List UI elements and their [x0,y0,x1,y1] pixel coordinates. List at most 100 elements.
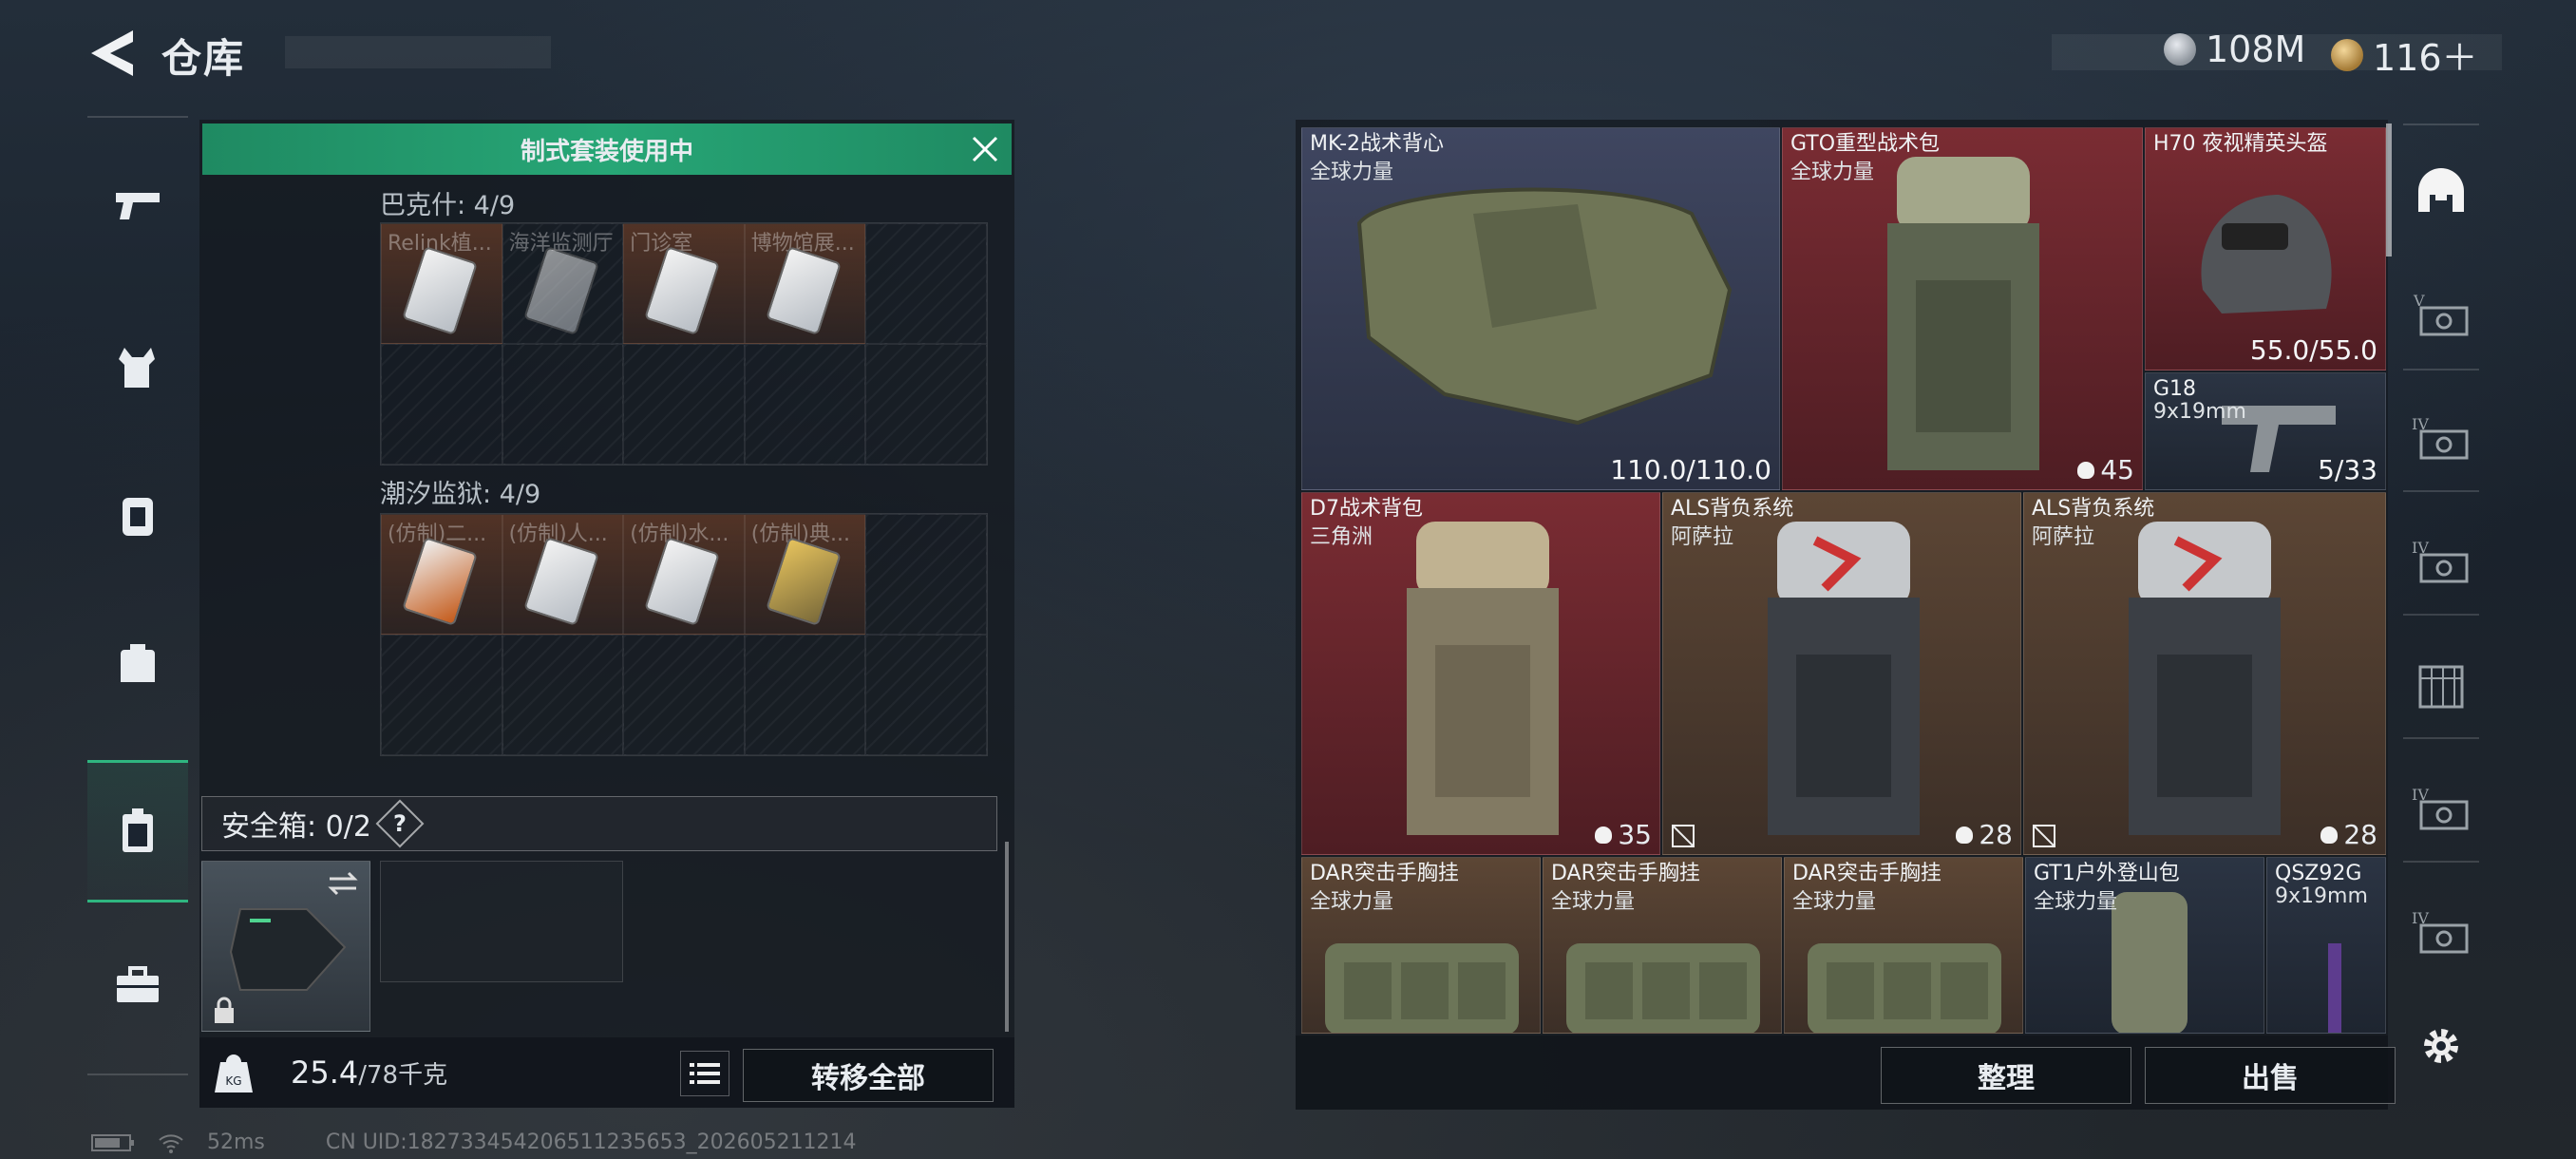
item-source: 全球力量 [1310,161,1394,184]
item-tile[interactable]: QSZ92G 9x19mm [2266,857,2386,1034]
empty-slot[interactable] [623,635,745,755]
sort-button[interactable]: 整理 [1881,1047,2131,1104]
loot-slot[interactable]: (仿制)水... [623,514,745,635]
chest-rig-image [1325,943,1519,1033]
item-name: MK-2战术背心 [1310,132,1445,156]
gold-coin-icon [2331,38,2363,71]
item-tile[interactable]: G18 9x19mm 5/33 [2145,372,2386,490]
help-icon[interactable]: ? [375,799,425,848]
item-tile[interactable]: GTO重型战术包 全球力量 45 [1782,127,2143,490]
close-icon[interactable] [968,132,1002,166]
backpack-image [2129,522,2281,835]
gear-icon [2424,1029,2458,1063]
rail-rig[interactable] [87,444,188,586]
empty-slot[interactable] [865,514,987,635]
gold-currency[interactable]: 116＋ [2331,28,2478,81]
empty-slot[interactable] [502,344,624,465]
backpack-image [1407,522,1559,835]
item-source: 全球力量 [1551,890,1636,914]
weight-marker-icon [1595,826,1613,844]
loot-slot[interactable]: (仿制)人... [502,514,624,635]
rail-toolbox[interactable] [87,914,188,1056]
roman-IV-case-icon: IV [2412,539,2469,583]
list-icon [690,1063,720,1084]
empty-slot[interactable] [623,344,745,465]
rail-case-iv[interactable]: IV [2396,386,2487,490]
loot-slot[interactable]: 博物馆展... [744,223,866,344]
safe-case-icon [123,808,153,852]
keycard-icon [765,536,842,627]
gun-icon [116,193,160,219]
item-tile[interactable]: MK-2战术背心 全球力量 110.0/110.0 [1301,127,1780,490]
empty-slot[interactable] [381,635,502,755]
item-tile[interactable]: H70 夜视精英头盔 55.0/55.0 [2145,127,2386,370]
rail-case-iv[interactable]: IV [2396,756,2487,861]
empty-slot[interactable] [744,344,866,465]
rail-safe-case[interactable] [87,760,188,902]
list-view-button[interactable] [680,1051,729,1096]
empty-slot[interactable] [865,223,987,344]
swap-icon[interactable] [326,869,360,898]
rail-grid-case[interactable] [2396,633,2487,737]
item-tile[interactable]: D7战术背包 三角洲 35 [1301,492,1660,855]
rail-vest[interactable] [87,296,188,439]
keycard-icon [522,536,599,627]
safe-case-item[interactable] [201,861,370,1032]
item-name: ALS背负系统 [2032,497,2155,521]
rail-case-iv[interactable]: IV [2396,509,2487,614]
scrollbar[interactable] [1005,842,1009,1032]
toolbox-icon [117,966,159,1002]
loot-slot[interactable]: (仿制)二... [381,514,502,635]
scrollbar[interactable] [2386,124,2392,256]
item-weight-tag: 28 [2320,819,2377,850]
status-bar: 52ms CN UID:182733454206511235653_202605… [91,1130,857,1154]
item-name: G18 [2153,377,2197,401]
item-name: GTO重型战术包 [1790,132,1941,156]
empty-slot[interactable] [865,344,987,465]
unavailable-icon [1672,825,1695,847]
item-caliber: 9x19mm [2275,884,2368,908]
rail-case-iv[interactable]: IV [2396,880,2487,984]
sell-button[interactable]: 出售 [2145,1047,2396,1104]
loot-slot[interactable]: 门诊室 [623,223,745,344]
item-tile[interactable]: DAR突击手胸挂 全球力量 [1543,857,1782,1034]
weight-marker-icon [2320,826,2339,844]
keycard-icon [402,245,478,336]
roman-V-case-icon: V [2413,292,2469,336]
user-id: CN UID:182733454206511235653_20260521121… [325,1130,857,1154]
transfer-all-button[interactable]: 转移全部 [743,1049,994,1102]
item-tile[interactable]: DAR突击手胸挂 全球力量 [1301,857,1541,1034]
keycard-icon [644,536,721,627]
settings-button[interactable] [2396,994,2487,1098]
item-tile[interactable]: ALS背负系统 阿萨拉 28 [2023,492,2386,855]
backpack-image [1887,157,2039,470]
safe-box-empty-slot[interactable] [380,861,623,982]
item-tile[interactable]: DAR突击手胸挂 全球力量 [1784,857,2023,1034]
loot-slot[interactable]: Relink植... [381,223,502,344]
item-name: DAR突击手胸挂 [1551,862,1700,885]
back-arrow-icon[interactable] [87,27,137,80]
item-weight: 28 [1979,819,2013,850]
rail-case-v[interactable]: V [2396,262,2487,367]
item-tile[interactable]: GT1户外登山包 全球力量 [2025,857,2264,1034]
item-durability: 55.0/55.0 [2249,334,2377,366]
item-source: 全球力量 [1790,161,1875,184]
rail-backpack[interactable] [87,591,188,733]
rail-helmet[interactable] [2396,139,2487,243]
item-weight-tag: 28 [1956,819,2013,850]
svg-text:KG: KG [225,1074,241,1088]
loot-slot[interactable]: 海洋监测厅 [502,223,624,344]
empty-slot[interactable] [865,635,987,755]
group-label: 巴克什: 4/9 [380,191,516,220]
empty-slot[interactable] [381,344,502,465]
empty-slot[interactable] [744,635,866,755]
weight-max: /78千克 [358,1061,448,1090]
item-tile[interactable]: ALS背负系统 阿萨拉 28 [1662,492,2021,855]
rail-gun[interactable] [87,135,188,277]
item-weight: 35 [1618,819,1652,850]
empty-slot[interactable] [502,635,624,755]
item-durability: 110.0/110.0 [1610,454,1771,485]
group-label: 潮汐监狱: 4/9 [380,480,541,509]
preset-banner: 制式套装使用中 [202,124,1012,175]
loot-slot[interactable]: (仿制)典... [744,514,866,635]
